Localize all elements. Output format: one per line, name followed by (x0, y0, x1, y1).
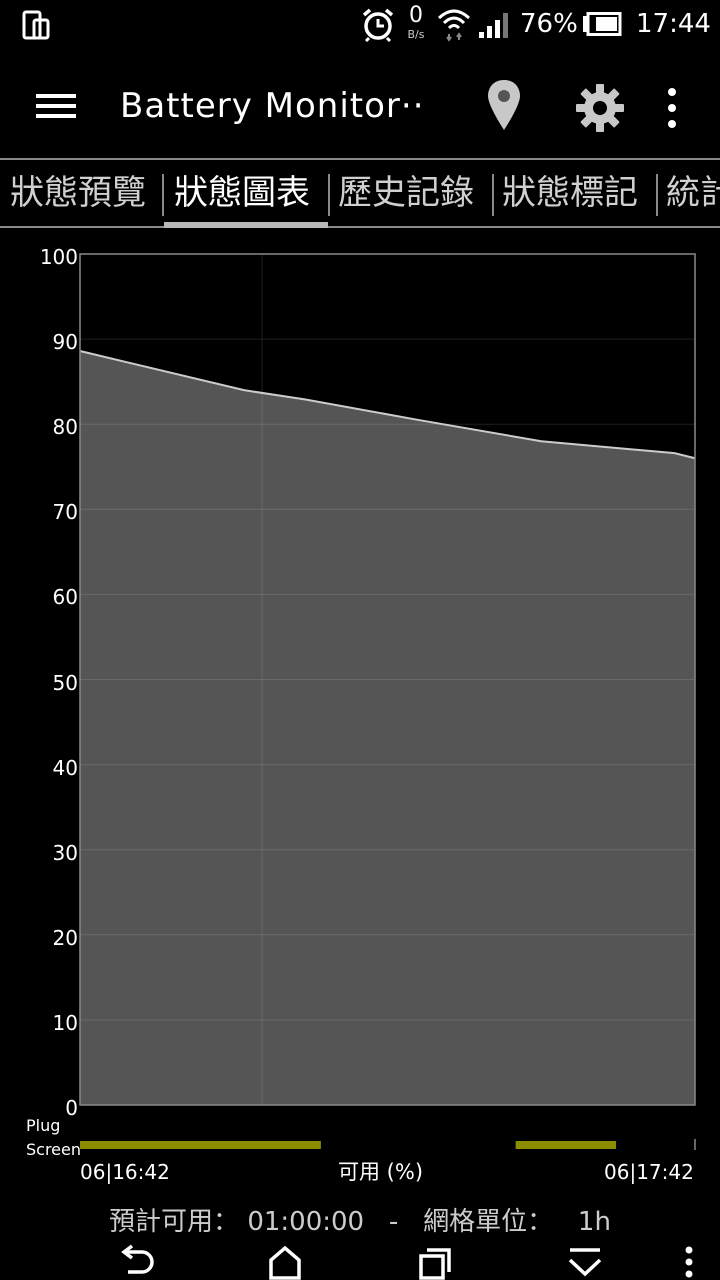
y-tick-label: 100 (39, 245, 78, 269)
app-bar: Battery Monitor·· (0, 60, 720, 152)
selected-tab-indicator (164, 222, 328, 228)
menu-icon[interactable] (30, 88, 82, 124)
recents-icon[interactable] (410, 1244, 460, 1280)
y-tick-label: 60 (52, 585, 78, 610)
network-speed-value: 0 (409, 3, 423, 28)
tab-divider (492, 174, 494, 216)
location-pin-icon[interactable] (484, 78, 524, 134)
estimate-label: 預計可用： (109, 1207, 240, 1237)
y-tick-label: 70 (52, 500, 78, 525)
battery-chart-plot (79, 253, 696, 1150)
y-tick-label: 30 (52, 840, 78, 865)
tab-status-chart[interactable]: 狀態圖表 (174, 160, 310, 228)
tab-statistics[interactable]: 統計 (666, 160, 720, 228)
battery-percent: 76% (520, 9, 578, 39)
x-axis-title: 可用 (%) (338, 1160, 424, 1184)
cell-signal-icon (479, 13, 508, 38)
y-tick-label: 80 (52, 415, 78, 440)
estimate-value: 01:00:00 (247, 1207, 365, 1237)
status-bar: 0 B/s 76% 17:44 (0, 0, 720, 50)
back-icon[interactable] (112, 1244, 162, 1280)
network-speed-unit: B/s (407, 28, 425, 41)
gear-icon[interactable] (574, 82, 626, 134)
tab-divider (162, 174, 164, 216)
tab-divider (656, 174, 658, 216)
home-icon[interactable] (260, 1244, 310, 1280)
more-vert-icon[interactable] (664, 1244, 714, 1280)
y-tick-label: 10 (52, 1010, 78, 1035)
app-title: Battery Monitor·· (120, 86, 425, 126)
screen-on-segment (80, 1141, 321, 1149)
tab-status-marker[interactable]: 狀態標記 (502, 160, 638, 228)
screen-on-segment (515, 1141, 617, 1149)
y-tick-label: 50 (52, 670, 78, 695)
alarm-icon (362, 8, 394, 42)
chart-footer: 預計可用： 01:00:00 - 網格單位： 1h (0, 1200, 720, 1244)
plug-track-label: Plug (26, 1116, 61, 1135)
wifi-icon (437, 9, 471, 42)
more-vert-icon[interactable] (654, 84, 690, 132)
tab-status-overview[interactable]: 狀態預覽 (10, 160, 146, 228)
network-speed: 0 B/s (402, 4, 430, 48)
grid-unit-label: 網格單位： (423, 1207, 554, 1237)
grid-unit-value: 1h (577, 1207, 611, 1237)
y-tick-label: 20 (52, 925, 78, 950)
battery-area (80, 351, 695, 1105)
screen-track-label: Screen (26, 1140, 82, 1159)
x-axis-start-label: 06|16:42 (80, 1160, 170, 1184)
clock: 17:44 (636, 9, 711, 39)
y-tick-label: 40 (52, 755, 78, 780)
y-tick-label: 90 (52, 330, 78, 355)
battery-icon (583, 12, 622, 36)
tab-divider (328, 174, 330, 216)
tab-history[interactable]: 歷史記錄 (338, 160, 474, 228)
navigation-bar (0, 1244, 720, 1280)
tab-bar: 狀態預覽 狀態圖表 歷史記錄 狀態標記 統計 (0, 158, 720, 228)
collapse-icon[interactable] (560, 1244, 610, 1280)
x-axis-end-label: 06|17:42 (604, 1160, 694, 1184)
battery-chart[interactable]: 100 90 80 70 60 50 40 30 20 10 0 Plug Screen 06|16… (0, 232, 720, 1192)
footer-separator: - (388, 1207, 399, 1237)
screen-rotate-icon (22, 10, 50, 40)
